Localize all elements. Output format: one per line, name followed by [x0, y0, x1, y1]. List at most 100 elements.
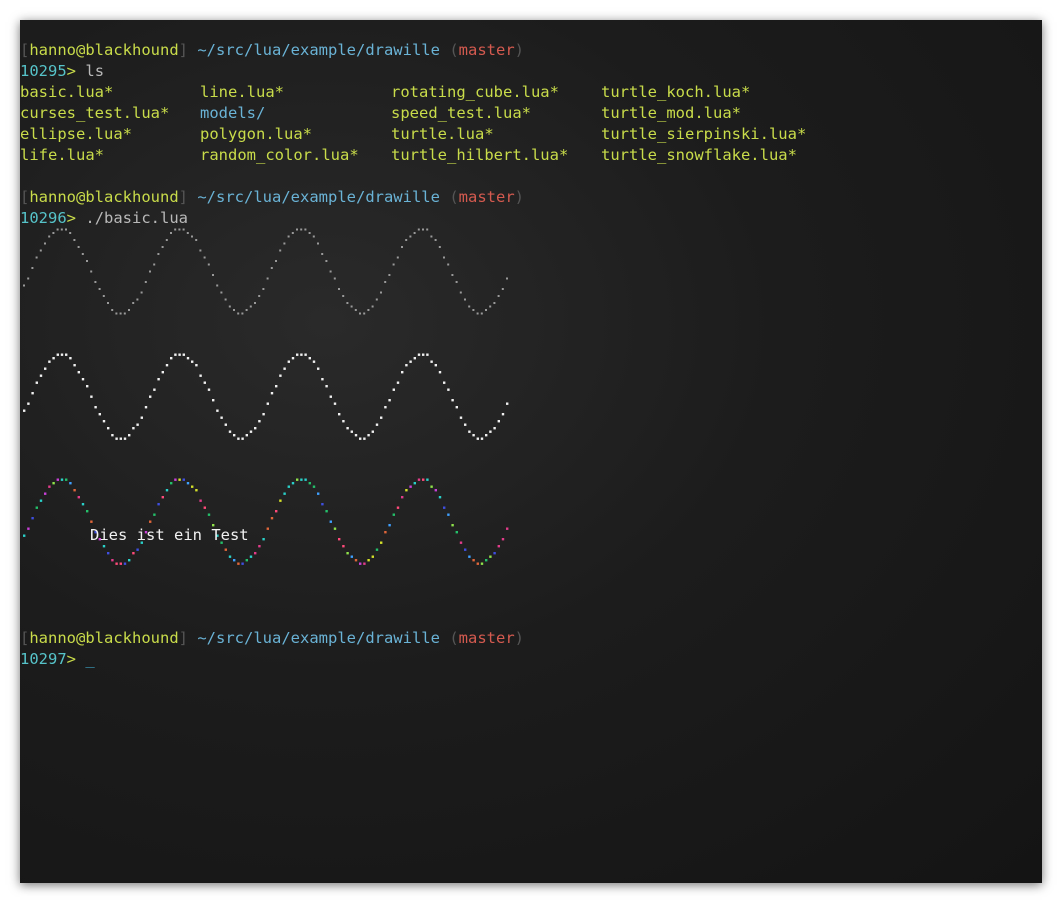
wave-dot — [94, 406, 97, 409]
wave-dot — [329, 270, 332, 273]
wave-dot — [350, 555, 353, 558]
wave-dot — [413, 357, 416, 360]
command-line[interactable]: 10297> _ — [20, 649, 95, 670]
file-entry: rotating_cube.lua* — [391, 82, 559, 103]
wave-dot — [426, 353, 429, 356]
prompt-bracket-open: [ — [20, 188, 30, 206]
wave-dot — [304, 353, 307, 356]
wave-dot — [371, 430, 374, 433]
terminal-window[interactable]: [hanno@blackhound] ~/src/lua/example/dra… — [20, 20, 1042, 883]
wave-dot — [111, 309, 114, 311]
text-cursor[interactable]: _ — [85, 650, 94, 668]
wave-dot — [233, 309, 235, 311]
wave-dot — [73, 364, 76, 367]
wave-dot — [39, 374, 43, 377]
wave-dot — [342, 295, 345, 297]
wave-dot — [455, 281, 458, 283]
prompt-user-host: hanno@blackhound — [29, 629, 179, 647]
wave-dot — [60, 228, 63, 231]
wave-dot — [48, 485, 51, 488]
file-type-marker: * — [122, 125, 132, 143]
wave-dot — [426, 478, 429, 481]
prompt-bracket-open: [ — [20, 41, 30, 59]
wave-dot — [228, 305, 231, 308]
wave-dot — [107, 302, 109, 304]
wave-dot — [241, 437, 244, 440]
wave-dot — [338, 288, 340, 290]
wave-dot — [149, 395, 152, 398]
wave-dot — [346, 302, 349, 304]
wave-dot — [489, 305, 492, 308]
wave-dot — [489, 555, 492, 558]
prompt-branch: master — [458, 41, 515, 59]
prompt-branch-open: ( — [449, 188, 459, 206]
wave-dot — [396, 381, 400, 384]
wave-dot — [207, 513, 211, 516]
wave-dot — [161, 371, 164, 374]
wave-dot — [333, 277, 336, 280]
braille-wave-gray — [23, 228, 508, 315]
prompt-arrow: > — [66, 62, 77, 80]
wave-dot — [94, 281, 97, 283]
prompt-path: ~/src/lua/example/drawille — [197, 629, 440, 647]
wave-dot — [367, 559, 370, 562]
file-type-marker: / — [256, 104, 266, 122]
wave-dot — [304, 478, 307, 481]
file-type-marker: * — [740, 83, 751, 101]
wave-dot — [27, 277, 30, 280]
wave-dot — [195, 364, 198, 367]
wave-dot — [212, 399, 215, 402]
wave-dot — [350, 430, 353, 433]
wave-dot — [31, 392, 34, 395]
wave-dot — [300, 478, 303, 481]
history-number: 10297 — [20, 650, 67, 668]
file-name: turtle.lua — [391, 125, 485, 143]
file-name: turtle_sierpinski.lua — [601, 125, 797, 143]
prompt-branch-close: ) — [514, 41, 525, 59]
wave-dot — [107, 552, 110, 555]
wave-dot — [270, 267, 273, 269]
wave-dot — [325, 260, 328, 262]
wave-dot — [497, 420, 500, 423]
wave-dot — [262, 538, 265, 541]
wave-dot — [52, 357, 55, 360]
prompt-branch-close: ) — [514, 629, 525, 647]
wave-dot — [90, 395, 93, 398]
wave-dot — [275, 385, 278, 388]
wave-dot — [443, 256, 445, 259]
wave-dot — [464, 423, 467, 426]
wave-dot — [329, 520, 332, 523]
wave-dot — [170, 232, 172, 234]
command-line: 10295> ls — [20, 61, 104, 82]
wave-dot — [291, 357, 295, 360]
wave-dot — [451, 399, 454, 402]
wave-dot — [287, 235, 290, 238]
wave-dot — [195, 239, 198, 241]
wave-dot — [249, 305, 252, 308]
wave-dot — [98, 413, 101, 416]
wave-dot — [325, 385, 328, 388]
wave-dot — [107, 427, 110, 430]
prompt-bracket-open: [ — [20, 629, 30, 647]
wave-dot — [321, 378, 324, 381]
file-type-marker: * — [104, 83, 114, 101]
wave-dot — [132, 427, 135, 430]
wave-dot — [241, 312, 244, 315]
wave-dot — [23, 409, 26, 412]
wave-dot — [497, 295, 500, 297]
prompt-bracket-close: ] — [178, 629, 188, 647]
wave-dot — [359, 437, 362, 440]
wave-dot — [119, 437, 122, 440]
wave-dot — [312, 485, 316, 488]
wave-dot — [86, 260, 88, 262]
wave-dot — [254, 427, 257, 430]
wave-dot — [220, 416, 223, 419]
wave-dot — [191, 235, 193, 238]
wave-dot — [249, 430, 253, 433]
wave-dot — [23, 534, 26, 537]
wave-dot — [447, 513, 450, 516]
wave-dot — [480, 562, 484, 565]
wave-dot — [375, 423, 379, 426]
file-type-marker: * — [484, 125, 494, 143]
wave-dot — [325, 510, 328, 513]
